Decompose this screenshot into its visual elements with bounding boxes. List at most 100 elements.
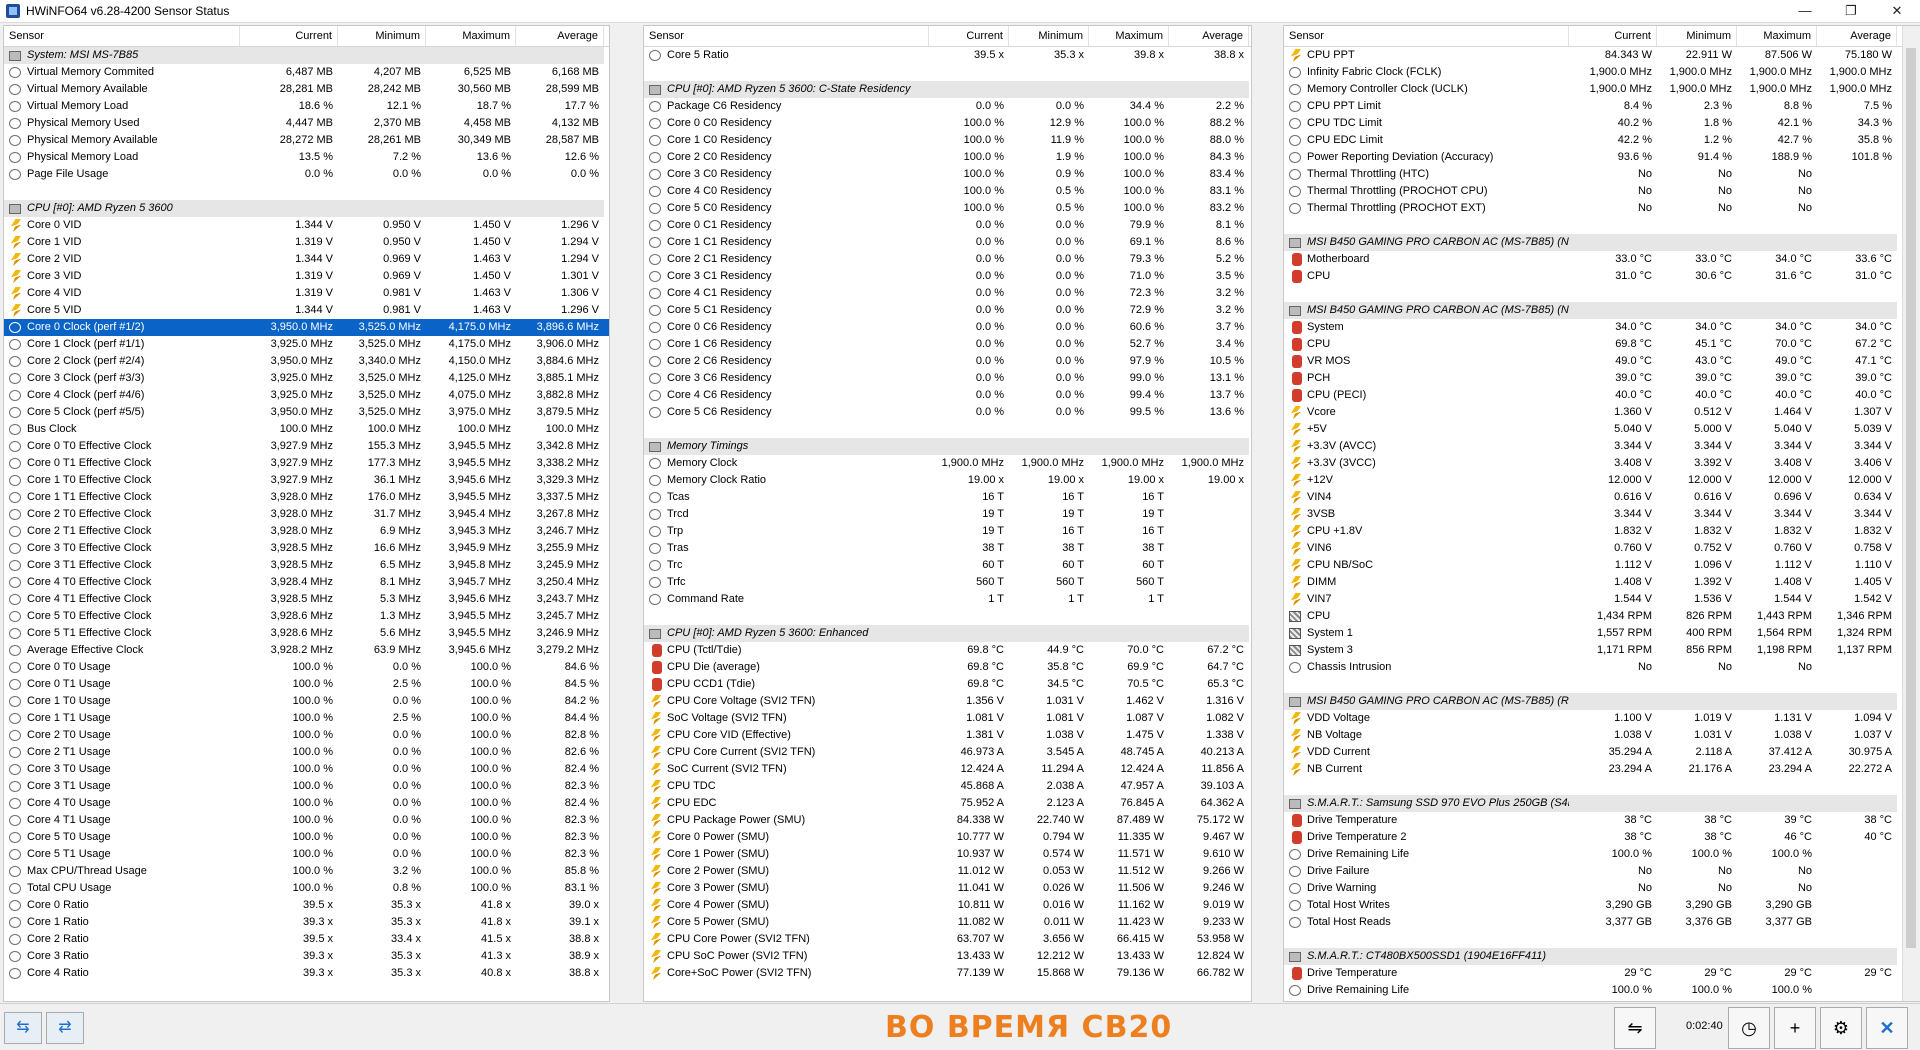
sensor-row[interactable]: Max CPU/Thread Usage 100.0 % 3.2 % 100.0 % 8… [4, 863, 609, 880]
sensor-row[interactable]: Total Host Reads 3,377 GB 3,376 GB 3,377 GB [1284, 914, 1920, 931]
close-sensors-icon[interactable]: ✕ [1866, 1007, 1908, 1049]
sensor-row[interactable]: VDD Current 35.294 A 2.118 A 37.412 A 30.975… [1284, 744, 1920, 761]
sensor-group-header[interactable]: Memory Timings [644, 438, 1251, 455]
sensor-row[interactable]: Physical Memory Available 28,272 MB 28,261… [4, 132, 609, 149]
header-minimum[interactable]: Minimum [338, 26, 426, 46]
sensor-row[interactable]: Average Effective Clock 3,928.2 MHz 63.9 M… [4, 642, 609, 659]
sensor-row[interactable]: Drive Warning No No No [1284, 880, 1920, 897]
sensor-row[interactable]: Core 0 C6 Residency 0.0 % 0.0 % 60.6 % 3.7 % [644, 319, 1251, 336]
sensor-panel-2[interactable]: Sensor Current Minimum Maximum Average Core 5… [643, 25, 1252, 1002]
sensor-row[interactable]: Thermal Throttling (HTC) No No No [1284, 166, 1920, 183]
sensor-row[interactable]: Core 1 T0 Effective Clock 3,927.9 MHz 36.1… [4, 472, 609, 489]
sensor-row[interactable]: Core 4 T1 Effective Clock 3,928.5 MHz 5.3 … [4, 591, 609, 608]
sensor-row[interactable]: Core 1 T1 Effective Clock 3,928.0 MHz 176.… [4, 489, 609, 506]
navigate-right-icon[interactable]: ⇄ [46, 1012, 84, 1044]
clock-icon[interactable]: ◷ [1728, 1007, 1770, 1049]
sensor-row[interactable]: Core 4 Ratio 39.3 x 35.3 x 40.8 x 38.8 x [4, 965, 609, 982]
sensor-row[interactable]: Core 3 T0 Usage 100.0 % 0.0 % 100.0 % 82.4 % [4, 761, 609, 778]
sensor-row[interactable]: Core 1 Clock (perf #1/1) 3,925.0 MHz 3,525… [4, 336, 609, 353]
sensor-row[interactable]: CPU 69.8 °C 45.1 °C 70.0 °C 67.2 °C [1284, 336, 1920, 353]
sensor-row[interactable]: Core 3 T1 Usage 100.0 % 0.0 % 100.0 % 82.3 % [4, 778, 609, 795]
sensor-row[interactable]: Package C6 Residency 0.0 % 0.0 % 34.4 % 2.2 … [644, 98, 1251, 115]
sensor-row[interactable]: Core 5 Power (SMU) 11.082 W 0.011 W 11.423 … [644, 914, 1251, 931]
sensor-row[interactable]: VIN4 0.616 V 0.616 V 0.696 V 0.634 V [1284, 489, 1920, 506]
sensor-row[interactable]: Core 1 C1 Residency 0.0 % 0.0 % 69.1 % 8.6 % [644, 234, 1251, 251]
sensor-row[interactable]: Core 4 C1 Residency 0.0 % 0.0 % 72.3 % 3.2 % [644, 285, 1251, 302]
sensor-group-header[interactable]: CPU [#0]: AMD Ryzen 5 3600 [4, 200, 609, 217]
sensor-row[interactable]: CPU 1,434 RPM 826 RPM 1,443 RPM 1,346 RPM [1284, 608, 1920, 625]
sensor-row[interactable]: Total Host Writes 3,290 GB 3,290 GB 3,290 G… [1284, 897, 1920, 914]
sensor-row[interactable]: Page File Usage 0.0 % 0.0 % 0.0 % 0.0 % [4, 166, 609, 183]
sensor-row[interactable]: Virtual Memory Load 18.6 % 12.1 % 18.7 % 17.… [4, 98, 609, 115]
network-icon[interactable]: ⇋ [1614, 1007, 1656, 1049]
sensor-group-header[interactable]: CPU [#0]: AMD Ryzen 5 3600: Enhanced [644, 625, 1251, 642]
sensor-row[interactable]: Memory Controller Clock (UCLK) 1,900.0 MH… [1284, 81, 1920, 98]
header-current[interactable]: Current [929, 26, 1009, 46]
header-average[interactable]: Average [1169, 26, 1249, 46]
sensor-row[interactable]: +12V 12.000 V 12.000 V 12.000 V 12.000 V [1284, 472, 1920, 489]
sensor-row[interactable]: Core 5 VID 1.344 V 0.981 V 1.463 V 1.296 V [4, 302, 609, 319]
sensor-row[interactable]: Core 2 VID 1.344 V 0.969 V 1.463 V 1.294 V [4, 251, 609, 268]
sensor-row[interactable]: Core 5 T1 Effective Clock 3,928.6 MHz 5.6 … [4, 625, 609, 642]
sensor-row[interactable]: CPU EDC 75.952 A 2.123 A 76.845 A 64.362 A [644, 795, 1251, 812]
sensor-row[interactable]: Core 1 Power (SMU) 10.937 W 0.574 W 11.571 … [644, 846, 1251, 863]
sensor-row[interactable]: CPU Core VID (Effective) 1.381 V 1.038 V 1.… [644, 727, 1251, 744]
sensor-row[interactable]: Core 5 T0 Effective Clock 3,928.6 MHz 1.3 … [4, 608, 609, 625]
sensor-row[interactable]: Thermal Throttling (PROCHOT EXT) No No No [1284, 200, 1920, 217]
sensor-row[interactable]: Core 0 T1 Usage 100.0 % 2.5 % 100.0 % 84.5 % [4, 676, 609, 693]
header-average[interactable]: Average [516, 26, 604, 46]
minimize-button[interactable]: — [1782, 0, 1828, 22]
maximize-button[interactable]: ❐ [1828, 0, 1874, 22]
sensor-row[interactable]: Core 2 C6 Residency 0.0 % 0.0 % 97.9 % 10.5 … [644, 353, 1251, 370]
sensor-row[interactable]: Drive Failure No No No [1284, 863, 1920, 880]
sensor-row[interactable]: Drive Temperature 29 °C 29 °C 29 °C 29 °C [1284, 965, 1920, 982]
sensor-row[interactable]: Core 0 Clock (perf #1/2) 3,950.0 MHz 3,525… [4, 319, 609, 336]
sensor-row[interactable]: Core 0 Power (SMU) 10.777 W 0.794 W 11.335 … [644, 829, 1251, 846]
sensor-row[interactable]: Core 3 C1 Residency 0.0 % 0.0 % 71.0 % 3.5 % [644, 268, 1251, 285]
header-minimum[interactable]: Minimum [1657, 26, 1737, 46]
sensor-row[interactable]: Motherboard 33.0 °C 33.0 °C 34.0 °C 33.6 °C [1284, 251, 1920, 268]
vertical-scrollbar[interactable] [1902, 26, 1920, 1001]
sensor-row[interactable]: Core 2 T0 Effective Clock 3,928.0 MHz 31.7… [4, 506, 609, 523]
sensor-row[interactable]: +3.3V (3VCC) 3.408 V 3.392 V 3.408 V 3.406 V [1284, 455, 1920, 472]
sensor-row[interactable]: Core 2 C0 Residency 100.0 % 1.9 % 100.0 % 84… [644, 149, 1251, 166]
sensor-row[interactable]: Memory Clock 1,900.0 MHz 1,900.0 MHz 1,900.… [644, 455, 1251, 472]
header-maximum[interactable]: Maximum [1737, 26, 1817, 46]
sensor-row[interactable]: Core 2 Clock (perf #2/4) 3,950.0 MHz 3,340… [4, 353, 609, 370]
sensor-row[interactable]: Physical Memory Used 4,447 MB 2,370 MB 4,45… [4, 115, 609, 132]
sensor-group-header[interactable]: CPU [#0]: AMD Ryzen 5 3600: C-State Resi… [644, 81, 1251, 98]
sensor-row[interactable]: Core 0 T1 Effective Clock 3,927.9 MHz 177.… [4, 455, 609, 472]
sensor-row[interactable]: Core 0 T0 Usage 100.0 % 0.0 % 100.0 % 84.6 % [4, 659, 609, 676]
sensor-row[interactable]: Core 5 C6 Residency 0.0 % 0.0 % 99.5 % 13.6 … [644, 404, 1251, 421]
sensor-row[interactable]: CPU PPT Limit 8.4 % 2.3 % 8.8 % 7.5 % [1284, 98, 1920, 115]
header-minimum[interactable]: Minimum [1009, 26, 1089, 46]
sensor-group-header[interactable]: MSI B450 GAMING PRO CARBON AC (MS-7B85) … [1284, 693, 1920, 710]
header-sensor[interactable]: Sensor [644, 26, 929, 46]
sensor-row[interactable]: CPU PPT 84.343 W 22.911 W 87.506 W 75.180 W [1284, 47, 1920, 64]
sensor-row[interactable]: Command Rate 1 T 1 T 1 T [644, 591, 1251, 608]
sensor-row[interactable]: SoC Voltage (SVI2 TFN) 1.081 V 1.081 V 1.08… [644, 710, 1251, 727]
sensor-row[interactable]: Core 4 T1 Usage 100.0 % 0.0 % 100.0 % 82.3 % [4, 812, 609, 829]
sensor-row[interactable]: Core 4 C0 Residency 100.0 % 0.5 % 100.0 % 83… [644, 183, 1251, 200]
header-maximum[interactable]: Maximum [426, 26, 516, 46]
sensor-row[interactable]: CPU (Tctl/Tdie) 69.8 °C 44.9 °C 70.0 °C 67.2… [644, 642, 1251, 659]
sensor-row[interactable]: Core 1 C6 Residency 0.0 % 0.0 % 52.7 % 3.4 % [644, 336, 1251, 353]
navigate-left-icon[interactable]: ⇆ [4, 1012, 42, 1044]
sensor-row[interactable]: +3.3V (AVCC) 3.344 V 3.344 V 3.344 V 3.344 V [1284, 438, 1920, 455]
sensor-row[interactable]: CPU SoC Power (SVI2 TFN) 13.433 W 12.212 W… [644, 948, 1251, 965]
sensor-row[interactable]: CPU CCD1 (Tdie) 69.8 °C 34.5 °C 70.5 °C 65.3… [644, 676, 1251, 693]
sensor-row[interactable]: CPU Core Current (SVI2 TFN) 46.973 A 3.545… [644, 744, 1251, 761]
settings-gear-icon[interactable]: ⚙ [1820, 1007, 1862, 1049]
sensor-row[interactable]: Core 5 T1 Usage 100.0 % 0.0 % 100.0 % 82.3 % [4, 846, 609, 863]
add-report-icon[interactable]: + [1774, 1007, 1816, 1049]
sensor-row[interactable]: CPU EDC Limit 42.2 % 1.2 % 42.7 % 35.8 % [1284, 132, 1920, 149]
sensor-row[interactable]: Trcd 19 T 19 T 19 T [644, 506, 1251, 523]
sensor-row[interactable]: Core 4 Power (SMU) 10.811 W 0.016 W 11.162 … [644, 897, 1251, 914]
sensor-row[interactable]: Virtual Memory Commited 6,487 MB 4,207 MB 6… [4, 64, 609, 81]
sensor-row[interactable]: Core 4 Clock (perf #4/6) 3,925.0 MHz 3,525… [4, 387, 609, 404]
sensor-row[interactable]: CPU TDC Limit 40.2 % 1.8 % 42.1 % 34.3 % [1284, 115, 1920, 132]
header-current[interactable]: Current [1569, 26, 1657, 46]
sensor-row[interactable]: Memory Clock Ratio 19.00 x 19.00 x 19.00 x 1… [644, 472, 1251, 489]
sensor-row[interactable]: CPU Package Power (SMU) 84.338 W 22.740 W 8… [644, 812, 1251, 829]
header-sensor[interactable]: Sensor [4, 26, 240, 46]
